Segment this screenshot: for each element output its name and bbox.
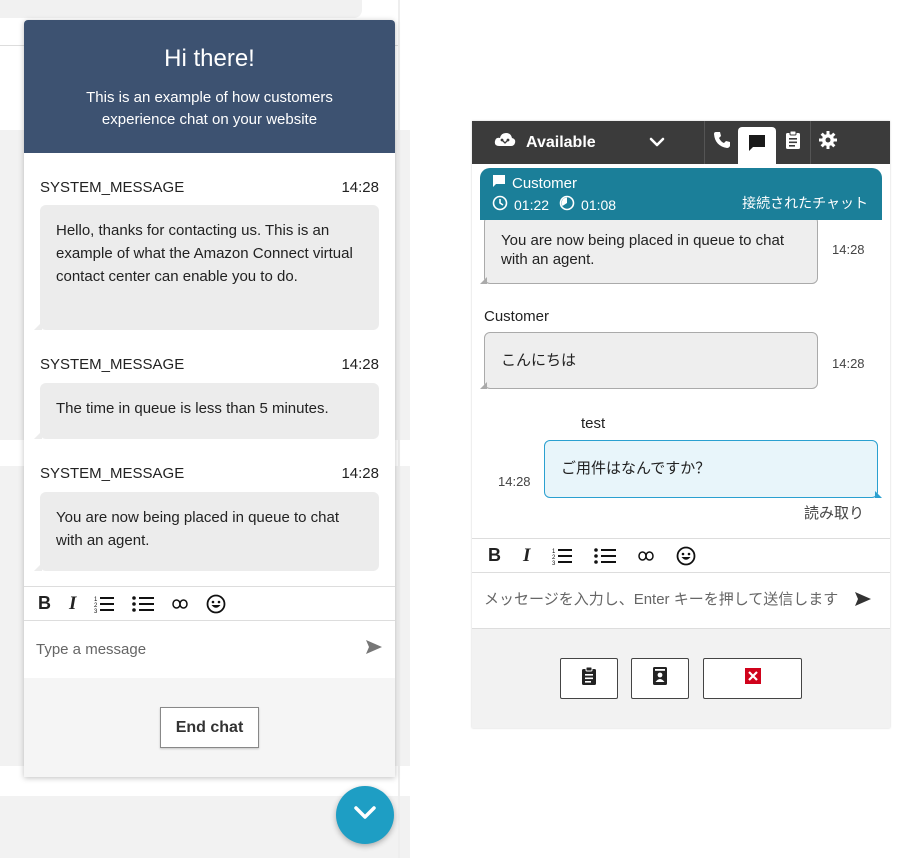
- chat-tab[interactable]: [738, 127, 776, 164]
- contact-name: Customer: [512, 174, 578, 192]
- customer-chat-widget: Hi there! This is an example of how cust…: [24, 20, 395, 777]
- chevron-down-icon[interactable]: [648, 133, 666, 156]
- minimize-chat-button[interactable]: [336, 786, 394, 844]
- ccp-header: Available: [472, 121, 890, 164]
- ccp-top-icons: [704, 121, 844, 164]
- message-sender: SYSTEM_MESSAGE: [40, 179, 185, 196]
- message-time: 14:28: [498, 474, 531, 489]
- italic-icon[interactable]: I: [523, 544, 530, 568]
- formatting-toolbar: B I 123: [472, 538, 890, 572]
- ccp-message-input[interactable]: メッセージを入力し、Enter キーを押して送信します: [472, 572, 890, 628]
- link-icon[interactable]: [638, 544, 655, 568]
- phone-tab[interactable]: [704, 121, 738, 164]
- message-time: 14:28: [341, 356, 379, 373]
- message-bubble: こんにちは: [480, 332, 818, 389]
- chevron-down-icon: [353, 805, 377, 826]
- italic-icon[interactable]: I: [69, 592, 76, 616]
- widget-message-input-area: [24, 620, 395, 678]
- read-receipt: 読み取り: [804, 505, 865, 522]
- timer-check-icon: [559, 195, 575, 214]
- bold-icon[interactable]: B: [38, 592, 51, 616]
- widget-footer: End chat: [24, 678, 395, 777]
- message-header: SYSTEM_MESSAGE 14:28: [40, 356, 379, 373]
- task-button[interactable]: [560, 658, 618, 699]
- svg-text:3: 3: [552, 561, 556, 565]
- clipboard-icon: [785, 130, 801, 155]
- numbered-list-icon[interactable]: 123: [94, 592, 115, 616]
- chat-bubble-icon: [492, 174, 506, 192]
- contact-state-label: 接続されたチャット: [742, 195, 868, 211]
- host-top-bar: [0, 0, 362, 18]
- message-header: SYSTEM_MESSAGE 14:28: [40, 465, 379, 482]
- widget-subtitle: This is an example of how customers expe…: [86, 89, 333, 128]
- agent-contact-control-panel: Available Customer 01:22 01:08 接続されたチャット…: [472, 121, 890, 728]
- message-bubble: You are now being placed in queue to cha…: [34, 492, 379, 571]
- bullet-list-icon[interactable]: [594, 544, 617, 568]
- task-tab[interactable]: [776, 121, 810, 164]
- ccp-transcript[interactable]: You are now being placed in queue to cha…: [472, 220, 890, 538]
- phone-icon: [713, 131, 731, 154]
- message-bubble: The time in queue is less than 5 minutes…: [34, 383, 379, 439]
- close-chat-icon: [744, 667, 762, 690]
- message-time: 14:28: [341, 465, 379, 482]
- gear-icon: [818, 130, 838, 155]
- contact-state-timer: 01:08: [581, 196, 617, 213]
- message-input[interactable]: [36, 641, 365, 658]
- end-chat-button[interactable]: End chat: [160, 707, 259, 748]
- message-header: SYSTEM_MESSAGE 14:28: [40, 179, 379, 196]
- end-contact-button[interactable]: [703, 658, 802, 699]
- message-sender: SYSTEM_MESSAGE: [40, 356, 185, 373]
- svg-text:3: 3: [94, 609, 98, 613]
- chat-bubble-icon: [747, 133, 767, 158]
- emoji-icon[interactable]: [206, 592, 226, 616]
- message-time: 14:28: [341, 179, 379, 196]
- host-block: [0, 466, 24, 766]
- clipboard-icon: [581, 666, 597, 691]
- widget-header: Hi there! This is an example of how cust…: [24, 20, 395, 153]
- widget-title: Hi there!: [164, 45, 255, 72]
- send-icon[interactable]: [854, 591, 872, 612]
- clock-icon: [492, 195, 508, 214]
- agent-status-label: Available: [526, 133, 596, 151]
- agent-message-bubble: ご用件はなんですか？: [544, 440, 882, 498]
- message-sender: test: [581, 415, 606, 432]
- host-block: [0, 130, 24, 440]
- message-time: 14:28: [832, 356, 865, 371]
- emoji-icon[interactable]: [676, 544, 696, 568]
- contact-total-timer: 01:22: [514, 196, 550, 213]
- agent-status-dropdown[interactable]: Available: [472, 131, 702, 154]
- cloud-brain-icon: [494, 131, 516, 154]
- settings-tab[interactable]: [810, 121, 844, 164]
- widget-message-list[interactable]: SYSTEM_MESSAGE 14:28 Hello, thanks for c…: [24, 153, 395, 586]
- send-icon[interactable]: [365, 639, 383, 660]
- contact-name-row: Customer: [492, 174, 870, 192]
- numbered-list-icon[interactable]: 123: [552, 544, 573, 568]
- message-sender: SYSTEM_MESSAGE: [40, 465, 185, 482]
- host-edge: [398, 0, 400, 858]
- message-bubble: Hello, thanks for contacting us. This is…: [34, 205, 379, 330]
- active-contact-bar[interactable]: Customer 01:22 01:08 接続されたチャット: [480, 168, 882, 220]
- contact-card-icon: [652, 666, 668, 691]
- link-icon[interactable]: [172, 592, 189, 616]
- formatting-toolbar: B I 123: [24, 586, 395, 620]
- message-bubble: You are now being placed in queue to cha…: [480, 220, 818, 284]
- ccp-footer: [472, 628, 890, 728]
- bold-icon[interactable]: B: [488, 544, 501, 568]
- bullet-list-icon[interactable]: [132, 592, 155, 616]
- quick-connects-button[interactable]: [631, 658, 689, 699]
- message-sender: Customer: [484, 308, 550, 325]
- message-time: 14:28: [832, 242, 865, 257]
